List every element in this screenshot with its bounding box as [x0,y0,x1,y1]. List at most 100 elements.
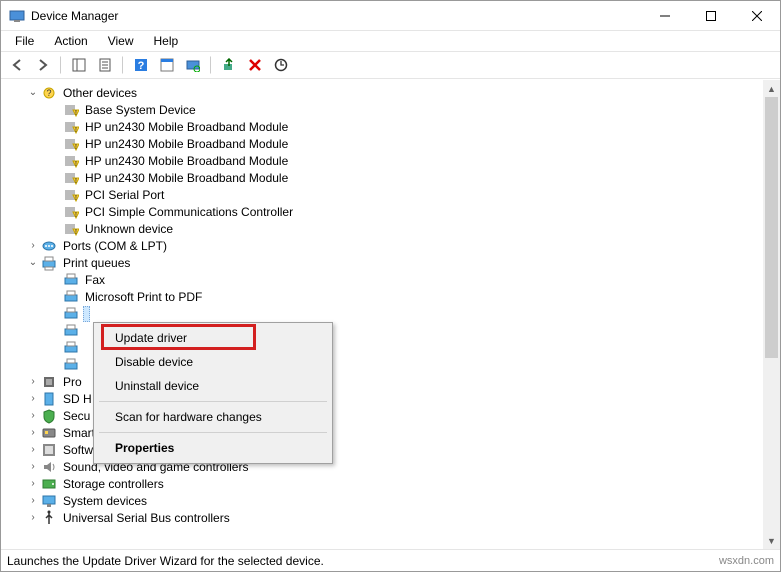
minimize-button[interactable] [642,1,688,31]
printer-icon [63,272,79,288]
tree-node-other-devices[interactable]: ⌄ ? Other devices [5,84,763,101]
printer-icon [63,289,79,305]
tree-label: Universal Serial Bus controllers [61,511,232,525]
tree-label: PCI Serial Port [83,188,166,202]
tree-item-hp-broadband[interactable]: ! HP un2430 Mobile Broadband Module [5,152,763,169]
tree-label [83,306,90,322]
collapse-icon[interactable]: ⌄ [27,87,39,99]
tree-label: Ports (COM & LPT) [61,239,169,253]
svg-text:!: ! [75,212,77,219]
other-devices-icon: ? [41,85,57,101]
tree-node-print-queues[interactable]: ⌄ Print queues [5,254,763,271]
update-driver-button[interactable] [269,54,293,76]
tree-label: HP un2430 Mobile Broadband Module [83,137,290,151]
tree-label: Pro [61,375,84,389]
printer-icon [63,340,79,356]
context-scan-hardware[interactable]: Scan for hardware changes [97,405,329,429]
tree-node-storage[interactable]: › Storage controllers [5,475,763,492]
tree-item-pci-serial[interactable]: ! PCI Serial Port [5,186,763,203]
printer-icon [41,255,57,271]
context-update-driver[interactable]: Update driver [97,326,329,350]
warning-device-icon: ! [63,221,79,237]
tree-node-ports[interactable]: › Ports (COM & LPT) [5,237,763,254]
expand-icon[interactable]: › [27,240,39,252]
tree-item-fax[interactable]: Fax [5,271,763,288]
tree-label: SD H [61,392,94,406]
tree-item-pci-simple[interactable]: ! PCI Simple Communications Controller [5,203,763,220]
expand-icon[interactable]: › [27,393,39,405]
tree-item-hp-broadband[interactable]: ! HP un2430 Mobile Broadband Module [5,135,763,152]
tree-item-unknown[interactable]: ! Unknown device [5,220,763,237]
tree-label: System devices [61,494,149,508]
toolbar-separator [210,56,212,74]
tree-node-usb[interactable]: › Universal Serial Bus controllers [5,509,763,526]
menu-action[interactable]: Action [46,32,95,50]
tree-label: Base System Device [83,103,198,117]
scroll-thumb[interactable] [765,97,778,358]
maximize-button[interactable] [688,1,734,31]
processor-icon [41,374,57,390]
forward-button[interactable] [31,54,55,76]
menu-help[interactable]: Help [146,32,187,50]
tree-label: Other devices [61,86,139,100]
warning-device-icon: ! [63,119,79,135]
smart-card-icon [41,425,57,441]
menu-view[interactable]: View [100,32,142,50]
expand-icon[interactable]: › [27,427,39,439]
toolbar-separator [60,56,62,74]
context-separator [99,401,327,402]
svg-text:!: ! [75,178,77,185]
expand-icon[interactable]: › [27,495,39,507]
tree-item-base-system[interactable]: ! Base System Device [5,101,763,118]
context-disable-device[interactable]: Disable device [97,350,329,374]
tree-node-system[interactable]: › System devices [5,492,763,509]
device-tree[interactable]: ⌄ ? Other devices ! Base System Device !… [1,80,763,549]
collapse-icon[interactable]: ⌄ [27,257,39,269]
context-separator [99,432,327,433]
close-button[interactable] [734,1,780,31]
expand-icon[interactable]: › [27,410,39,422]
menu-file[interactable]: File [7,32,42,50]
svg-text:!: ! [75,110,77,117]
context-properties[interactable]: Properties [97,436,329,460]
context-menu: Update driver Disable device Uninstall d… [93,322,333,464]
expand-icon[interactable]: › [27,461,39,473]
expand-icon[interactable]: › [27,376,39,388]
warning-device-icon: ! [63,136,79,152]
back-button[interactable] [5,54,29,76]
warning-device-icon: ! [63,153,79,169]
context-uninstall-device[interactable]: Uninstall device [97,374,329,398]
printer-icon [63,306,79,322]
action-button[interactable] [155,54,179,76]
svg-text:!: ! [75,195,77,202]
warning-device-icon: ! [63,187,79,203]
tree-item-ms-print-pdf[interactable]: Microsoft Print to PDF [5,288,763,305]
tree-item-hp-broadband[interactable]: ! HP un2430 Mobile Broadband Module [5,118,763,135]
tree-item-hp-broadband[interactable]: ! HP un2430 Mobile Broadband Module [5,169,763,186]
status-text: Launches the Update Driver Wizard for th… [7,554,324,568]
warning-device-icon: ! [63,204,79,220]
properties-button[interactable] [93,54,117,76]
printer-icon [63,323,79,339]
scroll-up-button[interactable]: ▲ [763,80,780,97]
help-button[interactable]: ? [129,54,153,76]
device-manager-icon [9,8,25,24]
show-hide-tree-button[interactable] [67,54,91,76]
watermark: wsxdn.com [719,555,774,567]
uninstall-device-button[interactable] [243,54,267,76]
expand-icon[interactable]: › [27,478,39,490]
storage-icon [41,476,57,492]
expand-icon[interactable]: › [27,512,39,524]
scan-hardware-button[interactable] [181,54,205,76]
tree-label: HP un2430 Mobile Broadband Module [83,171,290,185]
scroll-track[interactable] [763,97,780,532]
ports-icon [41,238,57,254]
tree-item-selected[interactable] [5,305,763,322]
enable-device-button[interactable] [217,54,241,76]
tree-label: Storage controllers [61,477,166,491]
expand-icon[interactable]: › [27,444,39,456]
vertical-scrollbar[interactable]: ▲ ▼ [763,80,780,549]
system-icon [41,493,57,509]
scroll-down-button[interactable]: ▼ [763,532,780,549]
tree-label: HP un2430 Mobile Broadband Module [83,120,290,134]
